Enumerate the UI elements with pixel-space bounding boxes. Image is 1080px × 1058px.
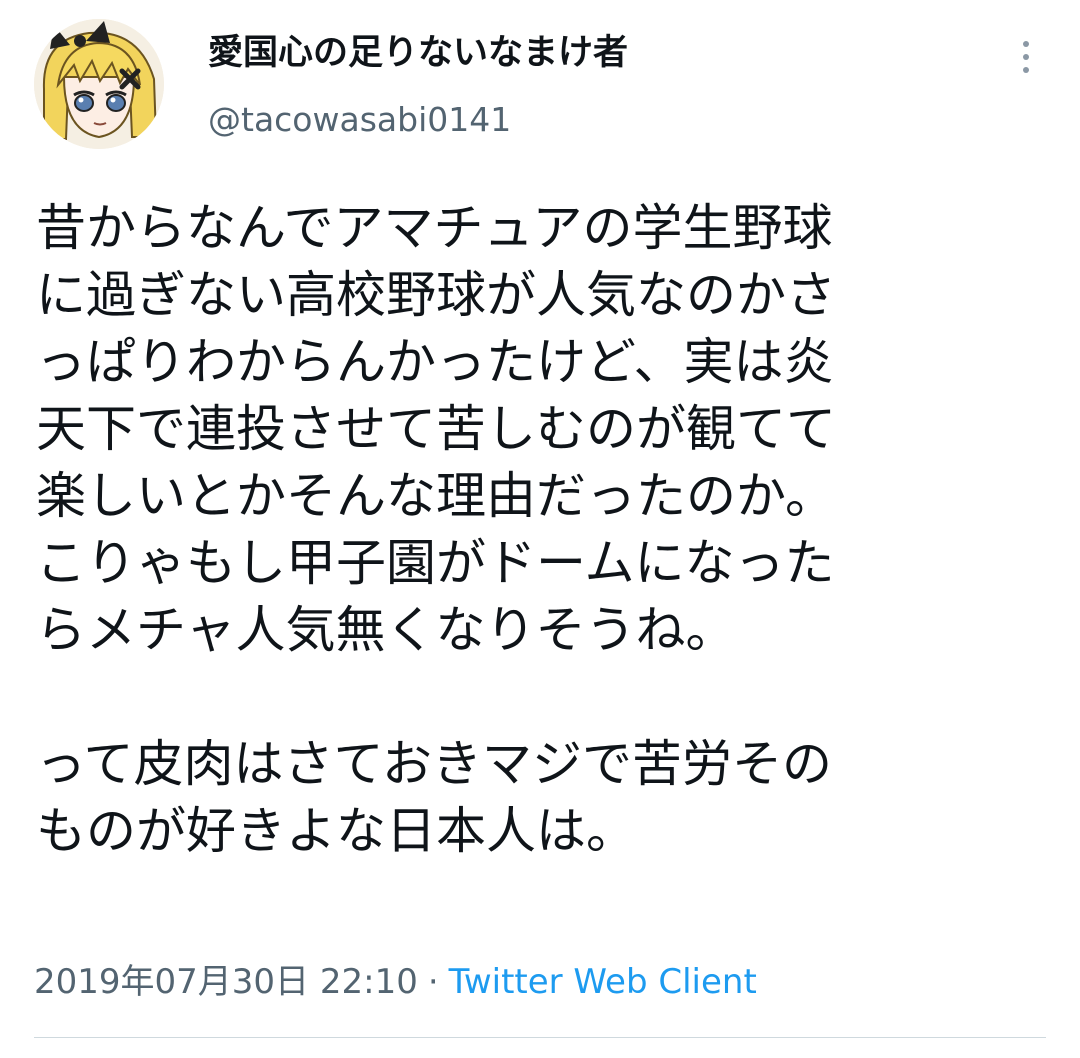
anime-avatar-icon (34, 19, 164, 149)
tweet-metadata: 2019年07月30日 22:10 · Twitter Web Client (34, 958, 757, 1006)
tweet: 愛国心の足りないなまけ者 @tacowasabi0141 昔からなんでアマチュア… (0, 0, 1080, 1058)
tweet-timestamp[interactable]: 2019年07月30日 22:10 (34, 962, 418, 1002)
more-options-button[interactable] (1008, 34, 1044, 80)
tweet-text-line: ものが好きよな日本人は。 (36, 802, 636, 860)
more-vertical-icon-dot-2 (1023, 54, 1029, 60)
tweet-text-line: っぱりわからんかったけど、実は炎 (36, 333, 834, 391)
tweet-text: 昔からなんでアマチュアの学生野球 に過ぎない高校野球が人気なのかさ っぱりわから… (36, 195, 1056, 865)
tweet-text-line: 楽しいとかそんな理由だったのか。 (36, 467, 835, 525)
more-vertical-icon-dot-3 (1023, 67, 1029, 73)
metadata-separator: · (427, 962, 439, 1002)
client-link[interactable]: Twitter Web Client (449, 962, 757, 1002)
tweet-text-line: って皮肉はさておきマジで苦労その (36, 735, 832, 793)
avatar[interactable] (34, 19, 164, 149)
author-display-name[interactable]: 愛国心の足りないなまけ者 (208, 30, 628, 76)
tweet-text-line: 天下で連投させて苦しむのが観てて (36, 400, 836, 458)
author-handle[interactable]: @tacowasabi0141 (208, 98, 511, 142)
tweet-text-line: 昔からなんでアマチュアの学生野球 (36, 199, 833, 257)
more-vertical-icon (1023, 41, 1029, 47)
tweet-text-line: に過ぎない高校野球が人気なのかさ (36, 266, 836, 324)
tweet-text-line: らメチャ人気無くなりそうね。 (36, 601, 736, 659)
divider (34, 1037, 1046, 1038)
tweet-text-line: こりゃもし甲子園がドームになった (36, 534, 835, 592)
